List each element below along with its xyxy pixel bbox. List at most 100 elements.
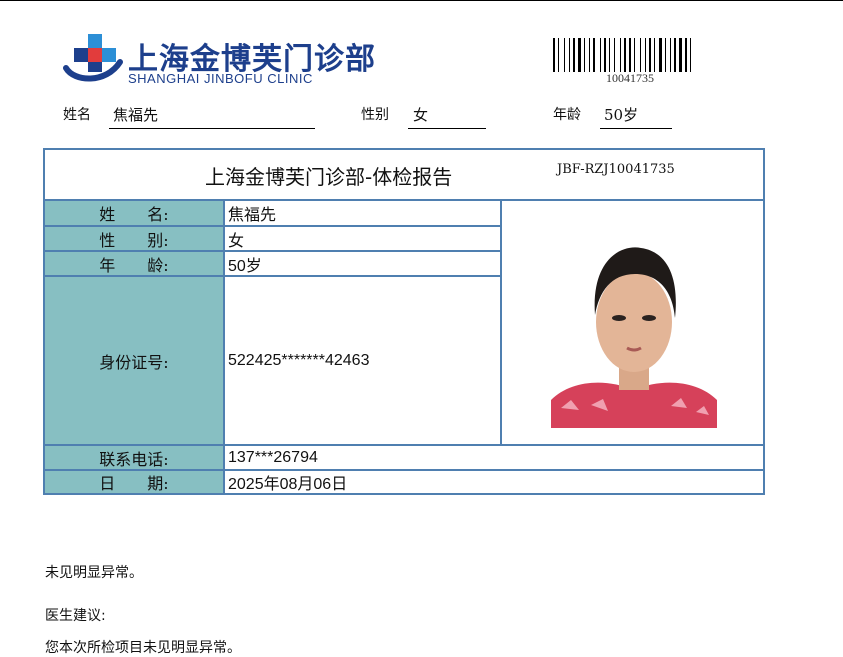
barcode-bar [569, 38, 570, 72]
barcode-bar [584, 38, 585, 72]
barcode-bar [553, 38, 555, 72]
barcode-bar [672, 38, 673, 72]
barcode-bar [632, 38, 633, 72]
barcode-bar [611, 38, 613, 72]
report-title: 上海金博芙门诊部-体检报告 [205, 165, 453, 189]
advice-label: 医生建议: [45, 608, 106, 624]
barcode-bar [616, 38, 619, 72]
label-phone: 联系电话: [45, 446, 223, 469]
value-gender: 女 [228, 230, 245, 250]
barcode [553, 38, 725, 72]
barcode-bar [659, 38, 662, 72]
row-divider [45, 469, 763, 471]
barcode-bar [640, 38, 641, 72]
info-name-label: 姓名 [63, 107, 91, 123]
label-date: 日 期: [45, 471, 223, 493]
info-age-value: 50岁 [604, 106, 639, 124]
barcode-bar [589, 38, 590, 72]
row-divider [45, 444, 763, 446]
barcode-bar [593, 38, 595, 72]
barcode-bar [609, 38, 610, 72]
clinic-logo: 上海金博芙门诊部 SHANGHAI JINBOFU CLINIC [60, 26, 390, 90]
barcode-bar [634, 38, 635, 72]
report-table: 上海金博芙门诊部-体检报告 JBF-RZJ10041735 姓 名: 性 别: … [43, 148, 765, 495]
barcode-bar [576, 38, 577, 72]
barcode-bar [627, 38, 628, 72]
clinic-logo-icon [63, 34, 123, 82]
barcode-bar [614, 38, 615, 72]
barcode-bar [674, 38, 676, 72]
barcode-bar [596, 38, 599, 72]
barcode-bar [600, 38, 601, 72]
barcode-bar [566, 38, 568, 72]
label-age: 年 龄: [45, 252, 223, 275]
column-divider [223, 199, 225, 495]
barcode-bar [670, 38, 671, 72]
barcode-bar [677, 38, 678, 72]
value-date: 2025年08月06日 [228, 476, 348, 493]
row-divider [45, 250, 500, 252]
value-phone: 137***26794 [228, 448, 318, 466]
barcode-bar [688, 38, 689, 72]
barcode-bar [642, 38, 644, 72]
info-age-underline [600, 128, 672, 129]
barcode-bar [602, 38, 603, 72]
advice-text: 您本次所检项目未见明显异常。 [45, 640, 241, 656]
value-age: 50岁 [228, 257, 262, 275]
info-gender-label: 性别 [361, 107, 389, 123]
info-gender-underline [408, 128, 486, 129]
info-name: 姓名 焦福先 [63, 104, 315, 129]
report-title-row: 上海金博芙门诊部-体检报告 JBF-RZJ10041735 [45, 150, 763, 201]
value-id: 522425*******42463 [228, 351, 370, 369]
finding-text: 未见明显异常。 [45, 565, 143, 581]
barcode-bar [556, 38, 557, 72]
label-name: 姓 名: [45, 201, 223, 225]
info-age-label: 年龄 [553, 107, 581, 123]
info-name-value: 焦福先 [113, 106, 159, 124]
barcode-bar [629, 38, 631, 72]
barcode-bar [690, 38, 691, 72]
barcode-bar [685, 38, 687, 72]
barcode-bar [624, 38, 626, 72]
barcode-bar [667, 38, 669, 72]
barcode-bar [692, 38, 694, 72]
barcode-bar [607, 38, 608, 72]
barcode-bar [663, 38, 664, 72]
barcode-bar [683, 38, 684, 72]
barcode-bar [578, 38, 581, 72]
barcode-bar [604, 38, 606, 72]
info-gender: 性别 女 [361, 104, 486, 129]
barcode-bar [573, 38, 575, 72]
label-id: 身份证号: [45, 277, 223, 444]
barcode-bar [620, 38, 621, 72]
logo-english-name: SHANGHAI JINBOFU CLINIC [128, 71, 313, 86]
photo-divider [500, 199, 502, 446]
info-gender-value: 女 [413, 106, 429, 124]
info-name-underline [109, 128, 315, 129]
value-name: 焦福先 [228, 205, 277, 224]
barcode-bar [560, 38, 563, 72]
barcode-bar [656, 38, 658, 72]
barcode-bar [558, 38, 559, 72]
barcode-bar [582, 38, 583, 72]
barcode-bar [586, 38, 588, 72]
barcode-bar [654, 38, 655, 72]
barcode-bar [636, 38, 639, 72]
barcode-bar [647, 38, 648, 72]
barcode-bar [571, 38, 572, 72]
barcode-bar [645, 38, 646, 72]
report-code: JBF-RZJ10041735 [557, 162, 675, 177]
row-divider [45, 225, 500, 227]
top-border-line [0, 0, 843, 1]
barcode-bar [679, 38, 682, 72]
info-age: 年龄 50岁 [553, 104, 672, 129]
barcode-bar [652, 38, 653, 72]
barcode-bar [622, 38, 623, 72]
barcode-bar [665, 38, 666, 72]
barcode-bar [591, 38, 592, 72]
barcode-bar [564, 38, 565, 72]
label-gender: 性 别: [45, 227, 223, 250]
barcode-bar [649, 38, 651, 72]
barcode-number: 10041735 [606, 71, 654, 85]
patient-photo [551, 230, 717, 428]
